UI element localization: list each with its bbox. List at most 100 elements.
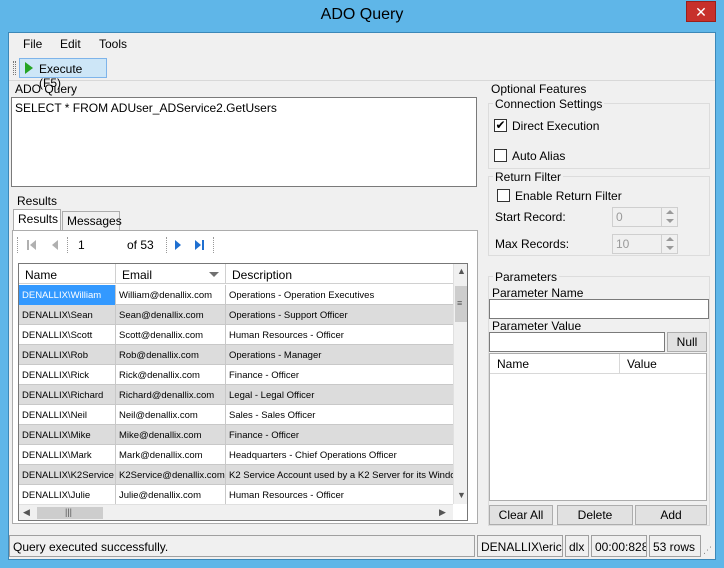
parameter-value-label: Parameter Value — [492, 319, 582, 333]
start-record-spin-buttons[interactable] — [661, 208, 677, 226]
max-records-label: Max Records: — [495, 237, 570, 251]
cell-name[interactable]: DENALLIX\Julie — [19, 485, 116, 505]
scroll-down-icon[interactable]: ▼ — [457, 490, 466, 500]
cell-email[interactable]: Scott@denallix.com — [116, 325, 226, 345]
null-button[interactable]: Null — [667, 332, 707, 352]
cell-email[interactable]: Rob@denallix.com — [116, 345, 226, 365]
cell-email[interactable]: Mike@denallix.com — [116, 425, 226, 445]
table-row[interactable]: DENALLIX\Sean Sean@denallix.com Operations… — [19, 305, 453, 325]
direct-execution-checkbox[interactable]: ✔ — [494, 119, 507, 132]
tab-results[interactable]: Results — [13, 209, 61, 231]
close-button[interactable]: ✕ — [686, 1, 716, 22]
cell-email[interactable]: Sean@denallix.com — [116, 305, 226, 325]
cell-name[interactable]: DENALLIX\K2Service — [19, 465, 116, 485]
max-records-spin-buttons[interactable] — [661, 235, 677, 253]
table-row[interactable]: DENALLIX\K2Service K2Service@denallix.com… — [19, 465, 453, 485]
cell-description[interactable]: K2 Service Account used by a K2 Server f… — [226, 465, 453, 485]
query-editor[interactable]: SELECT * FROM ADUser_ADService2.GetUsers — [11, 97, 477, 187]
execute-button[interactable]: Execute (F5) — [19, 58, 107, 90]
cell-name[interactable]: DENALLIX\Mark — [19, 445, 116, 465]
cell-description[interactable]: Headquarters - Chief Operations Officer — [226, 445, 453, 465]
parameter-name-input[interactable] — [489, 299, 709, 319]
cell-name[interactable]: DENALLIX\Rob — [19, 345, 116, 365]
add-button[interactable]: Add — [635, 505, 707, 525]
auto-alias-checkbox[interactable] — [494, 149, 507, 162]
spin-down-icon[interactable] — [666, 246, 674, 250]
cell-description[interactable]: Human Resources - Officer — [226, 485, 453, 505]
param-column-value[interactable]: Value — [620, 354, 706, 374]
spin-up-icon[interactable] — [666, 210, 674, 214]
cell-description[interactable]: Operations - Support Officer — [226, 305, 453, 325]
cell-description[interactable]: Human Resources - Officer — [226, 325, 453, 345]
cell-email[interactable]: William@denallix.com — [116, 285, 226, 305]
table-row[interactable]: DENALLIX\Mark Mark@denallix.com Headquarte… — [19, 445, 453, 465]
cell-name[interactable]: DENALLIX\Mike — [19, 425, 116, 445]
cell-name[interactable]: DENALLIX\William — [19, 285, 116, 305]
vertical-scroll-thumb[interactable]: ≡ — [455, 286, 467, 322]
table-row[interactable]: DENALLIX\William William@denallix.com Oper… — [19, 285, 453, 305]
cell-description[interactable]: Operations - Operation Executives — [226, 285, 453, 305]
cell-email[interactable]: Rick@denallix.com — [116, 365, 226, 385]
spin-down-icon[interactable] — [666, 219, 674, 223]
title-bar[interactable]: ADO Query ✕ — [0, 0, 724, 32]
cell-name[interactable]: DENALLIX\Neil — [19, 405, 116, 425]
menu-edit[interactable]: Edit — [60, 37, 81, 51]
cell-description[interactable]: Finance - Officer — [226, 365, 453, 385]
scroll-right-icon[interactable]: ▶ — [439, 507, 446, 518]
table-row[interactable]: DENALLIX\Julie Julie@denallix.com Human Re… — [19, 485, 453, 505]
cell-email[interactable]: Neil@denallix.com — [116, 405, 226, 425]
delete-button[interactable]: Delete — [557, 505, 633, 525]
cell-email[interactable]: K2Service@denallix.com — [116, 465, 226, 485]
parameters-grid[interactable]: Name Value — [489, 353, 707, 501]
direct-execution-label[interactable]: Direct Execution — [512, 119, 599, 133]
cell-description[interactable]: Operations - Manager — [226, 345, 453, 365]
position-input[interactable]: 1 — [75, 235, 123, 253]
column-header-email[interactable]: Email — [116, 264, 226, 284]
table-row[interactable]: DENALLIX\Mike Mike@denallix.com Finance - … — [19, 425, 453, 445]
auto-alias-label[interactable]: Auto Alias — [512, 149, 565, 163]
menu-tools[interactable]: Tools — [99, 37, 127, 51]
cell-name[interactable]: DENALLIX\Rick — [19, 365, 116, 385]
status-time: 00:00:828 — [591, 535, 647, 557]
move-next-icon[interactable] — [175, 240, 181, 250]
cell-name[interactable]: DENALLIX\Scott — [19, 325, 116, 345]
spin-up-icon[interactable] — [666, 237, 674, 241]
table-row[interactable]: DENALLIX\Scott Scott@denallix.com Human Re… — [19, 325, 453, 345]
table-row[interactable]: DENALLIX\Richard Richard@denallix.com Lega… — [19, 385, 453, 405]
start-record-spinner[interactable]: 0 — [612, 207, 678, 227]
table-row[interactable]: DENALLIX\Rob Rob@denallix.com Operations -… — [19, 345, 453, 365]
cell-description[interactable]: Sales - Sales Officer — [226, 405, 453, 425]
cell-email[interactable]: Julie@denallix.com — [116, 485, 226, 505]
vertical-scrollbar[interactable]: ▲ ≡ ▼ — [453, 264, 467, 504]
nav-separator — [67, 237, 68, 253]
enable-return-filter-checkbox[interactable] — [497, 189, 510, 202]
query-section-label: ADO Query — [15, 82, 78, 96]
cell-description[interactable]: Legal - Legal Officer — [226, 385, 453, 405]
table-row[interactable]: DENALLIX\Neil Neil@denallix.com Sales - Sa… — [19, 405, 453, 425]
column-header-description[interactable]: Description — [226, 264, 453, 284]
enable-return-filter-label[interactable]: Enable Return Filter — [515, 189, 622, 203]
cell-name[interactable]: DENALLIX\Richard — [19, 385, 116, 405]
cell-email[interactable]: Mark@denallix.com — [116, 445, 226, 465]
horizontal-scrollbar[interactable]: ◀ ||| ▶ — [19, 504, 453, 520]
scroll-up-icon[interactable]: ▲ — [457, 266, 466, 276]
cell-description[interactable]: Finance - Officer — [226, 425, 453, 445]
scroll-left-icon[interactable]: ◀ — [23, 507, 30, 518]
tab-messages[interactable]: Messages — [62, 211, 122, 231]
table-row[interactable]: DENALLIX\Rick Rick@denallix.com Finance - … — [19, 365, 453, 385]
record-navigator: 1 of 53 — [13, 231, 477, 259]
cell-name[interactable]: DENALLIX\Sean — [19, 305, 116, 325]
clear-all-button[interactable]: Clear All — [489, 505, 553, 525]
cell-email[interactable]: Richard@denallix.com — [116, 385, 226, 405]
toolbar-grip-icon[interactable] — [13, 61, 16, 75]
hthumb-grip-icon: ||| — [65, 507, 73, 517]
menu-file[interactable]: File — [23, 37, 42, 51]
horizontal-scroll-thumb[interactable]: ||| — [37, 507, 103, 519]
column-header-name[interactable]: Name — [19, 264, 116, 284]
move-previous-icon[interactable] — [52, 240, 58, 250]
resize-grip-icon[interactable]: ⋰ — [703, 545, 712, 556]
parameter-value-input[interactable] — [489, 332, 665, 352]
param-column-name[interactable]: Name — [490, 354, 620, 374]
max-records-spinner[interactable]: 10 — [612, 234, 678, 254]
results-grid[interactable]: Name Email Description DENALLIX\William W… — [18, 263, 468, 521]
